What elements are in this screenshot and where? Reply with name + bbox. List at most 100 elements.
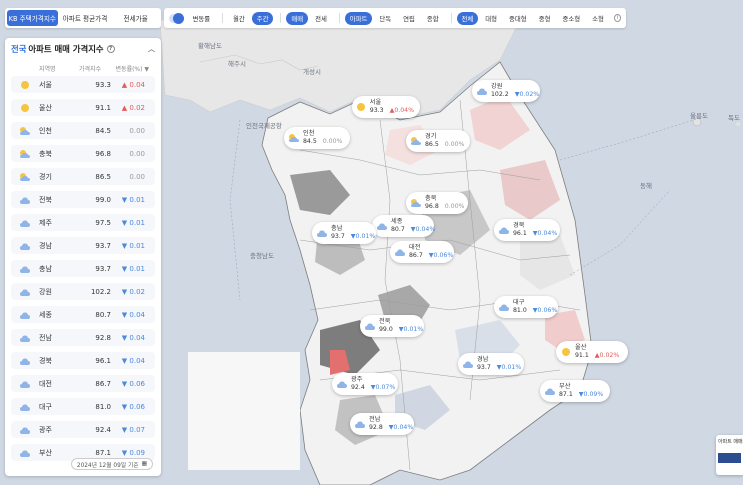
help-icon[interactable]: ? — [106, 45, 115, 53]
filter-size-small[interactable]: 소형 — [587, 12, 609, 25]
bubble-text: 경남 93.7 ▼0.01% — [477, 356, 521, 372]
list-item[interactable]: 전남 92.8 ▼ 0.04 — [11, 329, 155, 346]
map-bubble[interactable]: 세종 80.7 ▼0.04% — [372, 215, 435, 237]
panel-title: 아파트 매매 가격지수 — [28, 44, 104, 54]
cloud-icon — [336, 379, 348, 389]
bubble-name: 경북 — [513, 222, 525, 229]
list-item[interactable]: 광주 92.4 ▼ 0.07 — [11, 421, 155, 438]
bubble-values: 80.7 ▼0.04% — [391, 226, 435, 234]
filter-detached[interactable]: 단독 — [374, 12, 396, 25]
sun-icon — [356, 102, 367, 112]
bubble-price: 93.3 — [369, 107, 384, 114]
filter-size-large[interactable]: 대형 — [480, 12, 502, 25]
list-item[interactable]: 경남 93.7 ▼ 0.01 — [11, 237, 155, 254]
cloud-icon — [19, 379, 31, 389]
map-bubble[interactable]: 경북 96.1 ▼0.04% — [494, 219, 560, 241]
tab-kb-index[interactable]: KB 주택가격지수 — [7, 10, 58, 26]
partly-cloudy-icon — [410, 136, 422, 146]
list-item[interactable]: 경북 96.1 ▼ 0.04 — [11, 352, 155, 369]
toggle-label: 변동률 — [192, 14, 211, 23]
list-item[interactable]: 경기 86.5 0.00 — [11, 168, 155, 185]
list-item[interactable]: 울산 91.1 ▲ 0.02 — [11, 99, 155, 116]
date-selector[interactable]: 2024년 12월 09일 기준 ▦ — [71, 458, 153, 470]
bubble-text: 충북 96.8 0.00% — [425, 195, 464, 211]
cloud-icon — [19, 356, 31, 366]
filter-monthly[interactable]: 월간 — [228, 12, 250, 25]
cloud-icon — [19, 218, 31, 228]
region-price: 102.2 — [90, 287, 111, 296]
map-bubble[interactable]: 경남 93.7 ▼0.01% — [458, 353, 524, 375]
map-bubble[interactable]: 충북 96.8 0.00% — [406, 192, 468, 214]
bubble-price: 91.1 — [575, 352, 589, 359]
bubble-text: 광주 92.4 ▼0.07% — [351, 376, 395, 392]
divider — [222, 13, 223, 23]
filter-weekly[interactable]: 주간 — [251, 11, 274, 25]
partly-cloudy-icon — [288, 133, 300, 143]
mini-widget[interactable]: 아파트 매매 — [716, 435, 743, 475]
map-bubble[interactable]: 서울 93.3 ▲0.04% — [352, 96, 420, 118]
region-name: 인천 — [39, 126, 52, 135]
filter-size-mid-large[interactable]: 중대형 — [504, 12, 532, 25]
change-rate-toggle[interactable] — [169, 12, 185, 24]
region-name: 대전 — [39, 379, 52, 388]
region-list: 서울 93.3 ▲ 0.04 울산 91.1 ▲ 0.02 인천 84.5 0.00 충북 96.8… — [5, 76, 161, 461]
filter-jeonse[interactable]: 전세 — [310, 12, 332, 25]
tab-jeonse-ratio[interactable]: 전세가율 — [110, 8, 161, 28]
map-label-airport: 인천국제공항 — [246, 122, 282, 130]
region-change: ▼ 0.01 — [121, 241, 145, 250]
map-bubble[interactable]: 전남 92.8 ▼0.04% — [350, 413, 414, 435]
filter-townhouse[interactable]: 연립 — [398, 12, 420, 25]
map-bubble[interactable]: 대전 86.7 ▼0.06% — [390, 241, 454, 263]
list-item[interactable]: 세종 80.7 ▼ 0.04 — [11, 306, 155, 323]
list-item[interactable]: 서울 93.3 ▲ 0.04 — [11, 76, 155, 93]
map-bubble[interactable]: 대구 81.0 ▼0.06% — [494, 296, 558, 318]
map-bubble[interactable]: 전북 99.0 ▼0.01% — [360, 315, 424, 337]
map-bubble[interactable]: 충남 93.7 ▼0.01% — [312, 222, 376, 244]
region-change: ▼ 0.01 — [121, 264, 145, 273]
bubble-text: 경기 86.5 0.00% — [425, 133, 464, 149]
filter-combined[interactable]: 종합 — [422, 12, 444, 25]
region-change: ▼ 0.01 — [121, 195, 145, 204]
region-change: ▼ 0.04 — [121, 333, 145, 342]
list-item[interactable]: 대구 81.0 ▼ 0.06 — [11, 398, 155, 415]
list-item[interactable]: 충남 93.7 ▼ 0.01 — [11, 260, 155, 277]
list-item[interactable]: 대전 86.7 ▼ 0.06 — [11, 375, 155, 392]
map-label-east-sea: 동해 — [640, 182, 652, 190]
region-name: 세종 — [39, 310, 52, 319]
bubble-text: 대구 81.0 ▼0.06% — [513, 299, 557, 315]
bubble-values: 92.8 ▼0.04% — [369, 424, 413, 432]
filter-size-mid[interactable]: 중형 — [534, 12, 556, 25]
panel-title-prefix: 전국 — [11, 44, 27, 54]
map-bubble[interactable]: 울산 91.1 ▲0.02% — [556, 341, 628, 363]
sun-icon — [560, 347, 572, 357]
list-item[interactable]: 제주 97.5 ▼ 0.01 — [11, 214, 155, 231]
tab-avg-price[interactable]: 아파트 평균가격 — [60, 8, 111, 28]
list-item[interactable]: 강원 102.2 ▼ 0.02 — [11, 283, 155, 300]
map-bubble[interactable]: 경기 86.5 0.00% — [406, 130, 470, 152]
region-price: 92.8 — [95, 333, 111, 342]
filter-apartment[interactable]: 아파트 — [344, 11, 373, 25]
top-tabs: KB 주택가격지수 아파트 평균가격 전세가율 — [5, 8, 161, 28]
info-icon[interactable]: i — [613, 14, 621, 22]
filter-sale[interactable]: 매매 — [286, 11, 309, 25]
map-bubble[interactable]: 광주 92.4 ▼0.07% — [332, 373, 398, 395]
map-bubble[interactable]: 강원 102.2 ▼0.02% — [472, 80, 540, 102]
chevron-up-icon[interactable]: ︿ — [148, 44, 155, 54]
bubble-name: 울산 — [575, 344, 587, 351]
filter-size-small-mid[interactable]: 중소형 — [557, 12, 585, 25]
bubble-price: 84.5 — [303, 138, 317, 145]
panel-header: 전국 아파트 매매 가격지수 ? ︿ — [5, 38, 161, 60]
bubble-price: 102.2 — [491, 91, 509, 98]
region-name: 전남 — [39, 333, 52, 342]
list-item[interactable]: 전북 99.0 ▼ 0.01 — [11, 191, 155, 208]
bubble-change: 0.00% — [322, 138, 343, 145]
list-item[interactable]: 충북 96.8 0.00 — [11, 145, 155, 162]
col-change[interactable]: 변동률(%) ▼ — [113, 64, 155, 73]
map-bubble[interactable]: 인천 84.5 0.00% — [284, 127, 350, 149]
list-item[interactable]: 인천 84.5 0.00 — [11, 122, 155, 139]
filter-size-all[interactable]: 전체 — [456, 11, 479, 25]
map-bubble[interactable]: 부산 87.1 ▼0.09% — [540, 380, 610, 402]
cloud-icon — [19, 195, 31, 205]
bubble-name: 광주 — [351, 376, 363, 383]
bubble-values: 87.1 ▼0.09% — [559, 391, 603, 399]
